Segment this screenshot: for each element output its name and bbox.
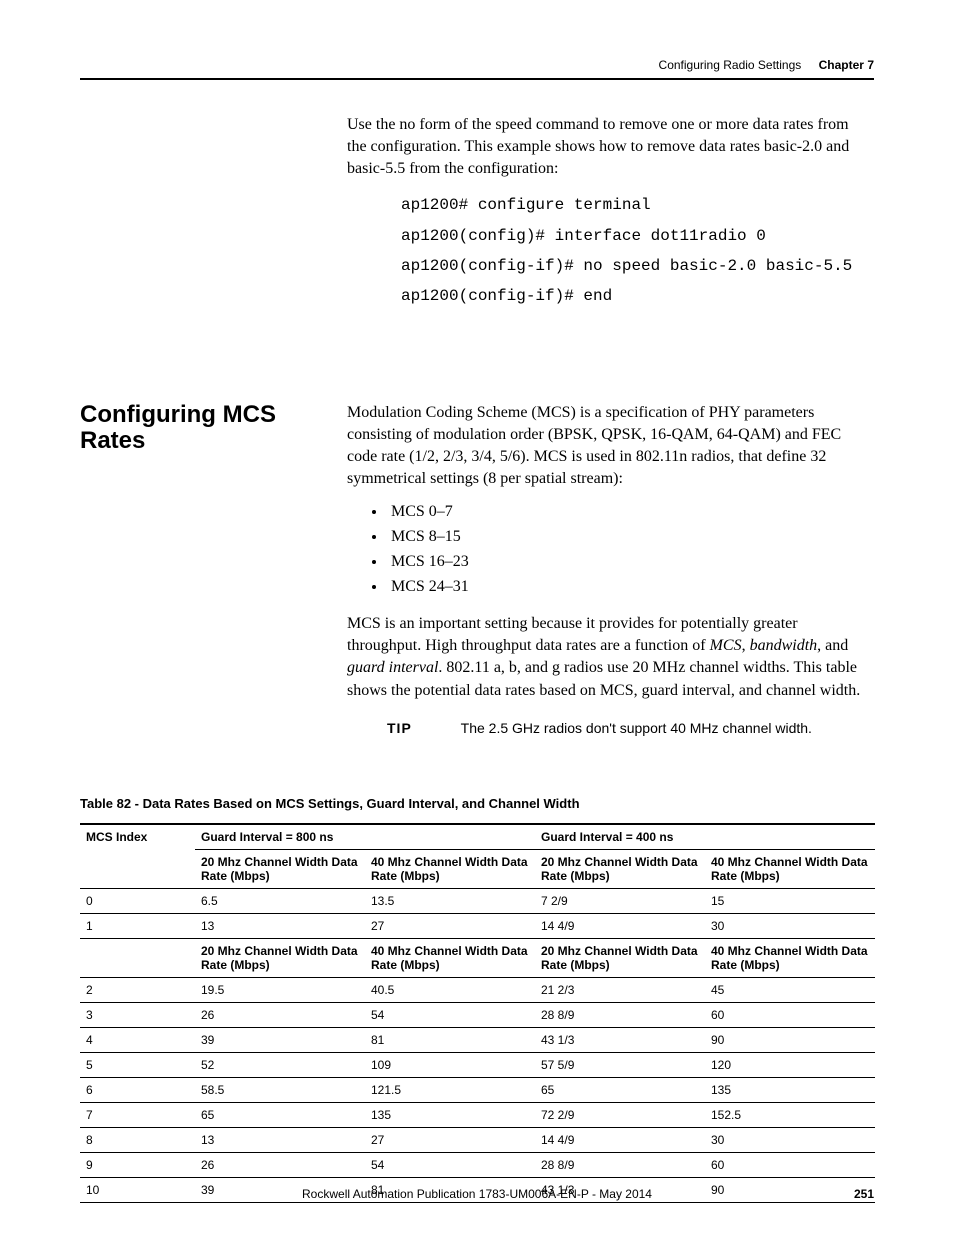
table-cell: 135 [705, 1077, 875, 1102]
list-item: MCS 0–7 [387, 500, 872, 525]
table-cell: 52 [195, 1052, 365, 1077]
tip-label: TIP [387, 720, 457, 736]
table-cell: 57 5/9 [535, 1052, 705, 1077]
intro-paragraph: Use the no form of the speed command to … [347, 114, 872, 180]
table-cell: 4 [80, 1027, 195, 1052]
table-cell: 65 [195, 1102, 365, 1127]
mcs-bullet-list: MCS 0–7 MCS 8–15 MCS 16–23 MCS 24–31 [347, 500, 872, 599]
col-subheader-40mhz: 40 Mhz Channel Width Data Rate (Mbps) [365, 938, 535, 977]
list-item: MCS 24–31 [387, 575, 872, 600]
col-subheader-40mhz: 40 Mhz Channel Width Data Rate (Mbps) [705, 938, 875, 977]
tip-text: The 2.5 GHz radios don't support 40 MHz … [461, 720, 812, 736]
col-subheader-20mhz: 20 Mhz Channel Width Data Rate (Mbps) [195, 849, 365, 888]
data-rate-table: MCS Index Guard Interval = 800 ns Guard … [80, 823, 875, 1203]
table-cell: 6.5 [195, 888, 365, 913]
table-cell: 152.5 [705, 1102, 875, 1127]
table-cell: 28 8/9 [535, 1002, 705, 1027]
page-number: 251 [854, 1187, 874, 1201]
table-cell: 45 [705, 977, 875, 1002]
table-cell: 13.5 [365, 888, 535, 913]
table-cell: 13 [195, 913, 365, 938]
table-cell: 81 [365, 1027, 535, 1052]
table-cell: 7 [80, 1102, 195, 1127]
table-cell: 60 [705, 1152, 875, 1177]
table-row: 3265428 8/960 [80, 1002, 875, 1027]
table-row: 9265428 8/960 [80, 1152, 875, 1177]
header-rule [80, 78, 874, 80]
col-header-guard-800: Guard Interval = 800 ns [195, 824, 535, 850]
table-cell: 65 [535, 1077, 705, 1102]
table-cell: 9 [80, 1152, 195, 1177]
table-cell: 1 [80, 913, 195, 938]
table-cell: 30 [705, 913, 875, 938]
table-cell: 27 [365, 1127, 535, 1152]
publication-info: Rockwell Automation Publication 1783-UM0… [80, 1187, 874, 1201]
table-cell: 26 [195, 1152, 365, 1177]
table-cell: 13 [195, 1127, 365, 1152]
table-cell: 6 [80, 1077, 195, 1102]
col-header-mcs: MCS Index [80, 824, 195, 889]
table-row: 219.540.521 2/345 [80, 977, 875, 1002]
table-cell: 27 [365, 913, 535, 938]
table-row: 4398143 1/390 [80, 1027, 875, 1052]
table-cell: 21 2/3 [535, 977, 705, 1002]
page-footer: Rockwell Automation Publication 1783-UM0… [80, 1187, 874, 1201]
table-cell: 15 [705, 888, 875, 913]
table-row: 55210957 5/9120 [80, 1052, 875, 1077]
table-cell: 28 8/9 [535, 1152, 705, 1177]
table-cell: 109 [365, 1052, 535, 1077]
list-item: MCS 8–15 [387, 525, 872, 550]
running-header: Configuring Radio Settings Chapter 7 [80, 58, 874, 72]
table-cell: 54 [365, 1002, 535, 1027]
table-cell: 43 1/3 [535, 1027, 705, 1052]
col-subheader-20mhz: 20 Mhz Channel Width Data Rate (Mbps) [535, 938, 705, 977]
table-cell: 121.5 [365, 1077, 535, 1102]
code-block: ap1200# configure terminal ap1200(config… [401, 190, 872, 312]
table-row: 1132714 4/930 [80, 913, 875, 938]
table-caption: Table 82 - Data Rates Based on MCS Setti… [80, 796, 874, 811]
table-cell: 5 [80, 1052, 195, 1077]
table-row: 658.5121.565135 [80, 1077, 875, 1102]
header-section: Configuring Radio Settings [659, 58, 802, 72]
table-cell: 26 [195, 1002, 365, 1027]
table-cell: 39 [195, 1027, 365, 1052]
table-cell: 120 [705, 1052, 875, 1077]
col-subheader-20mhz: 20 Mhz Channel Width Data Rate (Mbps) [195, 938, 365, 977]
col-subheader-blank [80, 938, 195, 977]
header-chapter: Chapter 7 [819, 58, 874, 72]
table-cell: 30 [705, 1127, 875, 1152]
table-cell: 0 [80, 888, 195, 913]
col-header-guard-400: Guard Interval = 400 ns [535, 824, 875, 850]
table-cell: 90 [705, 1027, 875, 1052]
table-row: 76513572 2/9152.5 [80, 1102, 875, 1127]
table-cell: 40.5 [365, 977, 535, 1002]
col-subheader-40mhz: 40 Mhz Channel Width Data Rate (Mbps) [705, 849, 875, 888]
table-cell: 14 4/9 [535, 1127, 705, 1152]
table-cell: 54 [365, 1152, 535, 1177]
tip-row: TIP The 2.5 GHz radios don't support 40 … [387, 720, 872, 736]
table-cell: 58.5 [195, 1077, 365, 1102]
list-item: MCS 16–23 [387, 550, 872, 575]
table-row: 8132714 4/930 [80, 1127, 875, 1152]
section-para-2: MCS is an important setting because it p… [347, 613, 872, 701]
table-cell: 8 [80, 1127, 195, 1152]
table-cell: 60 [705, 1002, 875, 1027]
col-subheader-20mhz: 20 Mhz Channel Width Data Rate (Mbps) [535, 849, 705, 888]
table-cell: 72 2/9 [535, 1102, 705, 1127]
table-cell: 19.5 [195, 977, 365, 1002]
table-row: 06.513.57 2/915 [80, 888, 875, 913]
table-cell: 3 [80, 1002, 195, 1027]
section-heading: Configuring MCS Rates [80, 402, 330, 455]
col-subheader-40mhz: 40 Mhz Channel Width Data Rate (Mbps) [365, 849, 535, 888]
section-para-1: Modulation Coding Scheme (MCS) is a spec… [347, 402, 872, 490]
table-cell: 135 [365, 1102, 535, 1127]
table-cell: 14 4/9 [535, 913, 705, 938]
table-cell: 7 2/9 [535, 888, 705, 913]
table-cell: 2 [80, 977, 195, 1002]
